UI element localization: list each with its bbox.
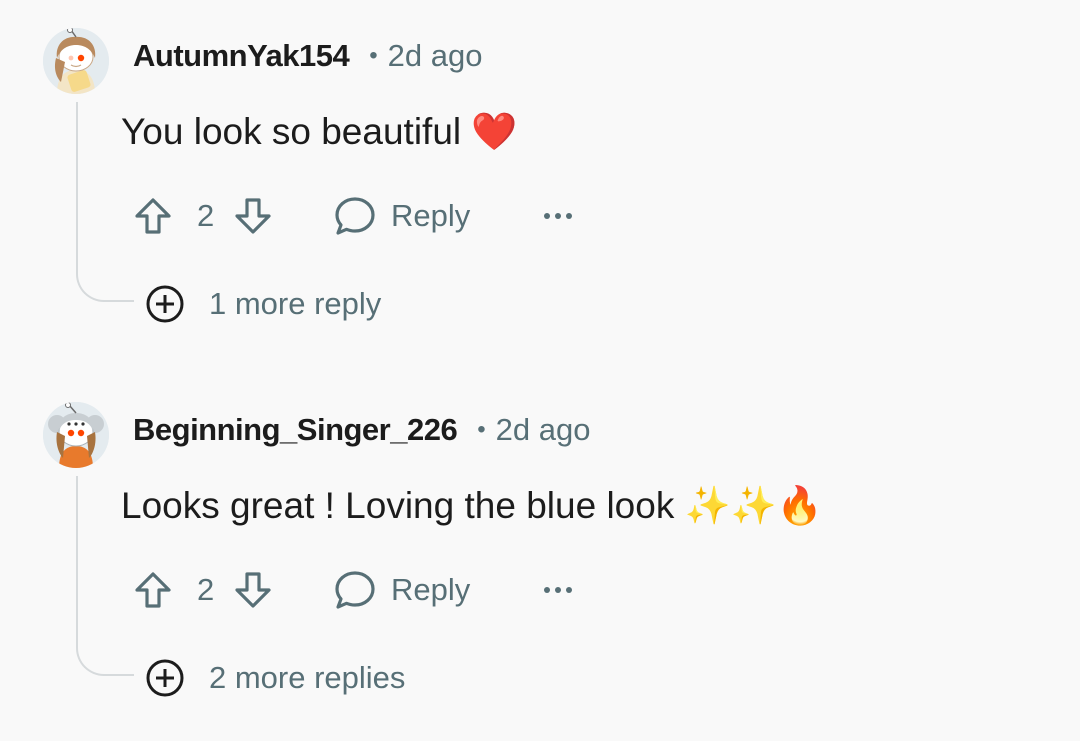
downvote-button[interactable]	[231, 194, 275, 238]
separator-dot: •	[369, 42, 378, 69]
username[interactable]: AutumnYak154	[133, 38, 350, 74]
comment-actions: 2 Reply	[131, 190, 580, 242]
comment-meta: Beginning_Singer_226 • 2d ago	[133, 410, 590, 450]
reply-button[interactable]: Reply	[333, 194, 470, 238]
timestamp: 2d ago	[387, 38, 483, 73]
more-options-button[interactable]	[536, 194, 580, 238]
ellipsis-icon	[544, 587, 573, 593]
reply-label: Reply	[391, 572, 471, 607]
comment-thread: AutumnYak154 • 2d ago You look so beauti…	[0, 0, 1080, 741]
more-replies-button[interactable]: 2 more replies	[145, 657, 405, 699]
more-replies-label: 2 more replies	[209, 660, 406, 695]
plus-circle-icon	[146, 285, 184, 323]
more-replies-label: 1 more reply	[209, 286, 382, 321]
ellipsis-icon	[544, 213, 573, 219]
downvote-button[interactable]	[231, 568, 275, 612]
timestamp: 2d ago	[495, 412, 591, 447]
upvote-button[interactable]	[131, 194, 175, 238]
more-options-button[interactable]	[536, 568, 580, 612]
comment-meta: AutumnYak154 • 2d ago	[133, 36, 483, 76]
upvote-arrow-icon	[135, 198, 171, 234]
user-avatar[interactable]	[43, 28, 109, 94]
user-avatar[interactable]	[43, 402, 109, 468]
upvote-button[interactable]	[131, 568, 175, 612]
comment-actions: 2 Reply	[131, 564, 580, 616]
comment-body: You look so beautiful ❤️	[121, 111, 518, 152]
snoo-avatar-icon	[43, 28, 109, 94]
plus-circle-icon	[146, 659, 184, 697]
comment-body: Looks great ! Loving the blue look ✨✨🔥	[121, 485, 823, 526]
downvote-arrow-icon	[235, 572, 271, 608]
snoo-avatar-icon	[43, 402, 109, 468]
reply-label: Reply	[391, 198, 471, 233]
comment-bubble-icon	[335, 197, 375, 235]
vote-count: 2	[197, 572, 215, 607]
more-replies-button[interactable]: 1 more reply	[145, 283, 381, 325]
vote-count: 2	[197, 198, 215, 233]
username[interactable]: Beginning_Singer_226	[133, 412, 458, 448]
separator-dot: •	[477, 416, 486, 443]
comment-bubble-icon	[335, 571, 375, 609]
upvote-arrow-icon	[135, 572, 171, 608]
downvote-arrow-icon	[235, 198, 271, 234]
reply-button[interactable]: Reply	[333, 568, 470, 612]
